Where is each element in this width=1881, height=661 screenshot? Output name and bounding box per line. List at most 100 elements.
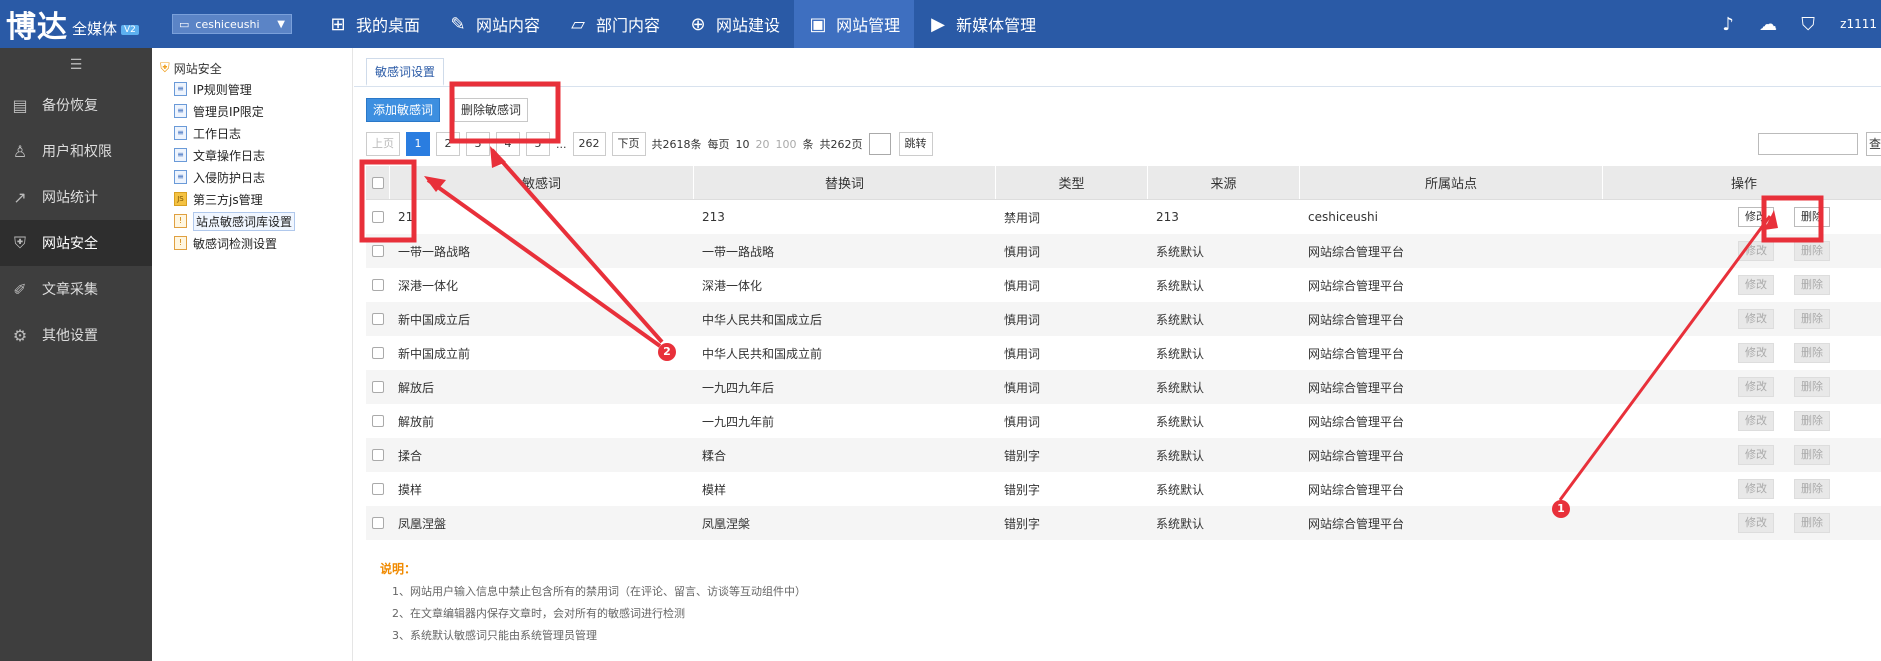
page-button[interactable]: 1 — [406, 132, 430, 156]
sidebar-item-users[interactable]: ♙ 用户和权限 — [0, 128, 152, 174]
collapse-menu-icon[interactable]: ☰ — [0, 48, 152, 82]
page-button[interactable]: 2 — [436, 132, 460, 156]
row-checkbox-cell — [366, 370, 390, 404]
edit-button[interactable]: 修改 — [1738, 411, 1774, 431]
tree-item-work-log[interactable]: ≡ 工作日志 — [152, 122, 352, 144]
nav-new-media[interactable]: ▶ 新媒体管理 — [914, 0, 1050, 48]
cell-replace: 213 — [702, 210, 725, 224]
page-size-option[interactable]: 20 — [756, 138, 770, 151]
row-checkbox[interactable] — [372, 313, 384, 325]
log-icon: ≡ — [174, 148, 187, 162]
nav-site-build[interactable]: ⊕ 网站建设 — [674, 0, 794, 48]
cell-source: 系统默认 — [1156, 380, 1205, 395]
page-size-option[interactable]: 10 — [736, 138, 750, 151]
cell-replace: 中华人民共和国成立前 — [702, 346, 823, 361]
edit-button[interactable]: 修改 — [1738, 207, 1774, 227]
delete-button[interactable]: 删除 — [1794, 513, 1830, 533]
username[interactable]: z1111 — [1840, 17, 1877, 31]
delete-button[interactable]: 删除 — [1794, 411, 1830, 431]
sidebar-item-stats[interactable]: ↗ 网站统计 — [0, 174, 152, 220]
search-button[interactable]: 查 — [1866, 132, 1881, 156]
edit-button[interactable]: 修改 — [1738, 445, 1774, 465]
tree-item-sensitive-words[interactable]: ! 站点敏感词库设置 — [152, 210, 352, 232]
cell-site: 网站综合管理平台 — [1308, 380, 1405, 395]
tree-item-label: 站点敏感词库设置 — [193, 211, 296, 231]
tree-item-article-log[interactable]: ≡ 文章操作日志 — [152, 144, 352, 166]
notes: 说明： 1、网站用户输入信息中禁止包含所有的禁用词（在评论、留言、访谈等互动组件… — [380, 560, 806, 647]
annotation-badge-1: 1 — [1552, 500, 1570, 518]
edit-button[interactable]: 修改 — [1738, 309, 1774, 329]
row-checkbox[interactable] — [372, 279, 384, 291]
tree-item-label: IP规则管理 — [193, 82, 252, 97]
bell-icon[interactable]: ♪ — [1708, 14, 1748, 35]
row-checkbox[interactable] — [372, 245, 384, 257]
delete-button[interactable]: 删除 — [1794, 377, 1830, 397]
table-row: 解放后 一九四九年后 慎用词 系统默认 网站综合管理平台 修改 删除 — [366, 370, 1881, 404]
row-checkbox[interactable] — [372, 211, 384, 223]
tree-root[interactable]: ⛨ 网站安全 — [152, 58, 352, 78]
delete-button[interactable]: 删除 — [1794, 207, 1830, 227]
cell-site: 网站综合管理平台 — [1308, 414, 1405, 429]
main-panel: 敏感词设置 添加敏感词 删除敏感词 上页 1 2 3 4 5 ... 262 下… — [354, 48, 1881, 661]
delete-button[interactable]: 删除 — [1794, 309, 1830, 329]
sidebar-item-settings[interactable]: ⚙ 其他设置 — [0, 312, 152, 358]
shirt-icon[interactable]: ⛉ — [1788, 14, 1828, 35]
delete-button[interactable]: 删除 — [1794, 241, 1830, 261]
nav-site-content[interactable]: ✎ 网站内容 — [434, 0, 554, 48]
delete-button[interactable]: 删除 — [1794, 343, 1830, 363]
delete-button[interactable]: 删除 — [1794, 479, 1830, 499]
cell-replace: 一带一路战略 — [702, 244, 775, 259]
delete-button[interactable]: 删除 — [1794, 275, 1830, 295]
sidebar-item-collect[interactable]: ✐ 文章采集 — [0, 266, 152, 312]
last-page-button[interactable]: 262 — [572, 132, 606, 156]
cell-type: 错别字 — [1004, 482, 1041, 497]
row-checkbox[interactable] — [372, 449, 384, 461]
tree-item-sensitive-check[interactable]: ! 敏感词检测设置 — [152, 232, 352, 254]
edit-button[interactable]: 修改 — [1738, 241, 1774, 261]
grid-icon: ⊞ — [330, 13, 346, 35]
sidebar-item-security[interactable]: ⛨ 网站安全 — [0, 220, 152, 266]
nav-my-desktop[interactable]: ⊞ 我的桌面 — [314, 0, 434, 48]
page-button[interactable]: 5 — [526, 132, 550, 156]
tree-item-admin-ip[interactable]: ≡ 管理员IP限定 — [152, 100, 352, 122]
cell-source: 系统默认 — [1156, 482, 1205, 497]
delete-button[interactable]: 删除 — [1794, 445, 1830, 465]
jump-page-input[interactable] — [868, 133, 891, 155]
cell-actions: 修改 删除 — [1603, 472, 1881, 506]
edit-button[interactable]: 修改 — [1738, 275, 1774, 295]
cloud-icon[interactable]: ☁ — [1748, 14, 1788, 35]
edit-button[interactable]: 修改 — [1738, 513, 1774, 533]
page-button[interactable]: 3 — [466, 132, 490, 156]
delete-sensitive-button[interactable]: 删除敏感词 — [454, 98, 529, 122]
row-checkbox[interactable] — [372, 381, 384, 393]
page-button[interactable]: 4 — [496, 132, 520, 156]
edit-button[interactable]: 修改 — [1738, 479, 1774, 499]
next-page-button[interactable]: 下页 — [611, 132, 646, 156]
row-checkbox[interactable] — [372, 517, 384, 529]
header-type: 类型 — [996, 166, 1148, 199]
nav-label: 新媒体管理 — [956, 16, 1037, 35]
edit-button[interactable]: 修改 — [1738, 377, 1774, 397]
nav-dept-content[interactable]: ▱ 部门内容 — [554, 0, 674, 48]
tree-item-ip-rules[interactable]: ≡ IP规则管理 — [152, 78, 352, 100]
select-all-checkbox[interactable] — [371, 176, 384, 189]
add-sensitive-button[interactable]: 添加敏感词 — [366, 98, 441, 122]
prev-page-button[interactable]: 上页 — [366, 132, 400, 156]
tree-item-intrusion-log[interactable]: ≡ 入侵防护日志 — [152, 166, 352, 188]
cell-word: 揉合 — [398, 448, 423, 463]
cell-type: 禁用词 — [1004, 210, 1041, 225]
page-size-option[interactable]: 100 — [776, 138, 797, 151]
nav-site-manage[interactable]: ▣ 网站管理 — [794, 0, 915, 48]
row-checkbox[interactable] — [372, 415, 384, 427]
notes-title: 说明： — [380, 562, 417, 576]
tree-item-label: 入侵防护日志 — [193, 170, 266, 185]
edit-button[interactable]: 修改 — [1738, 343, 1774, 363]
search-input[interactable] — [1758, 133, 1858, 155]
sidebar-item-backup[interactable]: ▤ 备份恢复 — [0, 82, 152, 128]
site-selector[interactable]: ▭ ceshiceushi ▼ — [172, 14, 292, 34]
row-checkbox[interactable] — [372, 347, 384, 359]
row-checkbox[interactable] — [372, 483, 384, 495]
tab-sensitive-settings[interactable]: 敏感词设置 — [366, 58, 445, 86]
jump-button[interactable]: 跳转 — [898, 132, 933, 156]
tree-item-thirdparty-js[interactable]: JS 第三方js管理 — [152, 188, 352, 210]
